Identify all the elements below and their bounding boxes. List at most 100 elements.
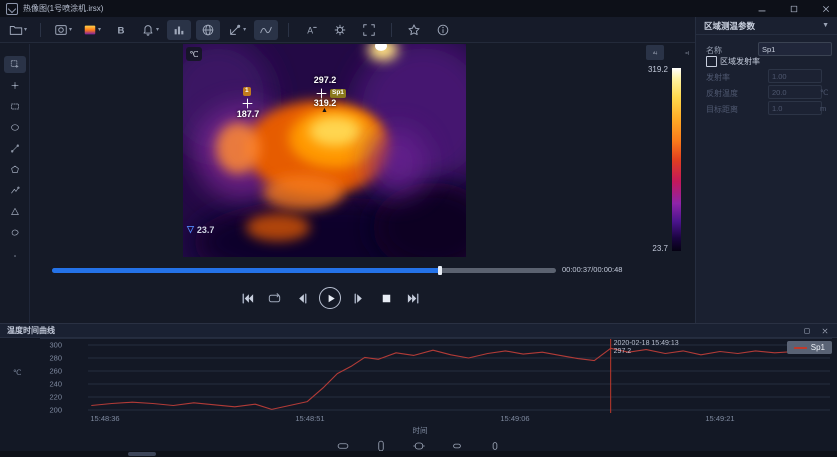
polyline-icon: [10, 184, 20, 197]
svg-text:A: A: [653, 51, 656, 55]
window-title: 热像图(1号喷涂机.irsx): [23, 3, 103, 14]
horizontal-scrollbar[interactable]: [0, 451, 837, 457]
svg-text:280: 280: [49, 354, 62, 363]
titlebar: 热像图(1号喷涂机.irsx): [0, 0, 837, 17]
more-tool-button[interactable]: [4, 245, 26, 262]
select-tool-button[interactable]: [4, 56, 26, 73]
panel-header[interactable]: 区域测温参数 ▼: [696, 17, 837, 35]
distance-input: 1.0: [768, 101, 822, 115]
skip-start-button[interactable]: [238, 289, 256, 307]
collapse-scale-icon: [684, 47, 690, 59]
chart-legend[interactable]: Sp1: [787, 341, 832, 354]
skip-end-icon: [406, 291, 421, 306]
ellipse-tool-button[interactable]: [4, 119, 26, 136]
favorite-button[interactable]: [402, 20, 426, 40]
toolbar-separator: [40, 23, 41, 37]
svg-text:℃: ℃: [13, 368, 22, 377]
skip-start-icon: [240, 291, 255, 306]
seek-handle[interactable]: [438, 266, 442, 275]
svg-text:15:49:21: 15:49:21: [705, 414, 734, 423]
svg-text:260: 260: [49, 367, 62, 376]
collapse-scale-button[interactable]: [678, 45, 696, 60]
temperature-chart[interactable]: 300280260240220200℃15:48:3615:48:5115:49…: [0, 337, 837, 437]
chart-panel: 温度时间曲线 300280260240220200℃15:48:3615:48:…: [0, 323, 837, 452]
area-emissivity-checkbox[interactable]: [706, 56, 717, 67]
emissivity-input: 1.00: [768, 69, 822, 83]
zoom-xy-icon: [412, 440, 426, 452]
hotspot-marker-icon: ▲: [321, 107, 328, 114]
thermal-image[interactable]: ℃ 297.2 Sp1 319.2 ▲ 1 187.7 ▽ 23.7: [183, 44, 466, 257]
temperature-curve-button[interactable]: [254, 20, 278, 40]
stop-button[interactable]: [377, 289, 395, 307]
scale-buttons: A: [646, 45, 696, 60]
scrollbar-thumb[interactable]: [128, 452, 156, 456]
legend-line-icon: [794, 347, 807, 349]
coldspot-value: 23.7: [197, 225, 215, 235]
freehand-icon: [10, 226, 20, 239]
freehand-tool-button[interactable]: [4, 224, 26, 241]
toolbar-separator: [391, 23, 392, 37]
name-label: 名称: [706, 45, 722, 56]
skip-end-button[interactable]: [404, 289, 422, 307]
star-icon: [407, 23, 421, 37]
play-button[interactable]: [319, 287, 341, 309]
chart-restore-button[interactable]: [803, 326, 812, 335]
spot-tool-button[interactable]: [4, 77, 26, 94]
panel-collapse-icon[interactable]: ▼: [822, 22, 829, 29]
isotherm-button[interactable]: [196, 20, 220, 40]
palette-button[interactable]: ▾: [80, 20, 104, 40]
report-button[interactable]: B: [109, 20, 133, 40]
rect-tool-button[interactable]: [4, 98, 26, 115]
scale-max: 319.2: [630, 65, 668, 74]
svg-text:15:48:51: 15:48:51: [295, 414, 324, 423]
seek-bar[interactable]: [52, 268, 556, 273]
distance-label: 目标距离: [706, 104, 738, 115]
svg-text:15:48:36: 15:48:36: [90, 414, 119, 423]
dropdown-caret-icon: ▾: [156, 27, 159, 33]
step-forward-button[interactable]: [350, 289, 368, 307]
measure-button[interactable]: ▾: [225, 20, 249, 40]
emissivity-label: 发射率: [706, 72, 730, 83]
ellipse-icon: [10, 121, 20, 134]
close-icon: [821, 4, 831, 14]
minimize-button[interactable]: [757, 3, 769, 15]
panel-title: 区域测温参数: [704, 20, 755, 32]
text-annotation-button[interactable]: A: [299, 20, 323, 40]
histogram-button[interactable]: [167, 20, 191, 40]
stop-icon: [379, 291, 394, 306]
svg-text:297.2: 297.2: [614, 348, 632, 355]
dot-icon: [10, 247, 20, 260]
alarm-button[interactable]: ▾: [138, 20, 162, 40]
maximize-button[interactable]: [789, 3, 801, 15]
tool-sidebar: [0, 44, 30, 323]
dropdown-caret-icon: ▾: [98, 27, 101, 33]
settings-button[interactable]: [328, 20, 352, 40]
capture-button[interactable]: ▾: [51, 20, 75, 40]
polygon-tool-button[interactable]: [4, 161, 26, 178]
triangle-icon: [10, 205, 20, 218]
line-icon: [10, 142, 20, 155]
polyline-tool-button[interactable]: [4, 182, 26, 199]
close-button[interactable]: [821, 3, 833, 15]
chart-close-button[interactable]: [821, 326, 830, 335]
about-button[interactable]: [431, 20, 455, 40]
line-tool-button[interactable]: [4, 140, 26, 157]
loop-button[interactable]: [265, 289, 283, 307]
name-input[interactable]: Sp1: [758, 42, 832, 56]
spot2-crosshair-icon[interactable]: [242, 98, 253, 109]
svg-text:220: 220: [49, 393, 62, 402]
fullscreen-button[interactable]: [357, 20, 381, 40]
close-icon: [821, 327, 829, 335]
auto-scale-button[interactable]: A: [646, 45, 664, 60]
bar-chart-icon: [172, 23, 186, 37]
minimize-icon: [757, 4, 767, 14]
delta-tool-button[interactable]: [4, 203, 26, 220]
chart-window-icons: [803, 326, 830, 335]
dropdown-caret-icon: ▾: [243, 27, 246, 33]
svg-text:300: 300: [49, 341, 62, 350]
dropdown-caret-icon: ▾: [24, 27, 27, 33]
pan-y-icon: [488, 440, 502, 452]
step-back-button[interactable]: [292, 289, 310, 307]
open-file-button[interactable]: ▾: [6, 20, 30, 40]
toolbar-separator: [288, 23, 289, 37]
